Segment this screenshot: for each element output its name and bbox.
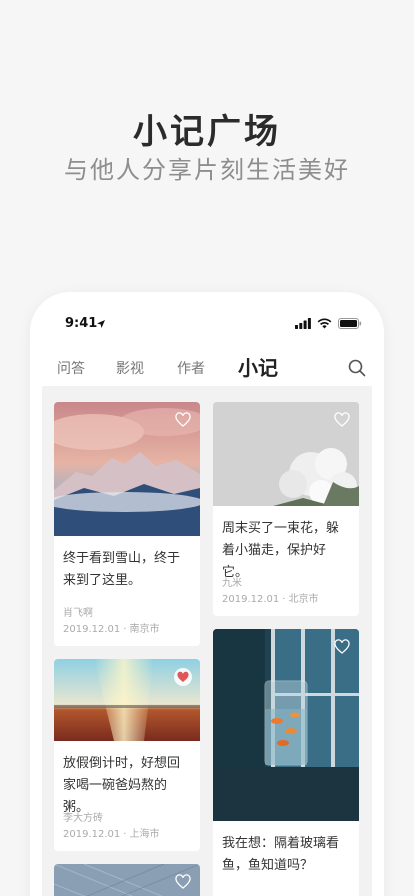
promo-title: 小记广场: [133, 112, 281, 152]
note-card[interactable]: 放假倒计时，好想回家喝一碗爸妈熬的粥。 李大方砖 2019.12.01 · 上海市: [54, 659, 200, 851]
battery-icon: [338, 318, 362, 329]
top-nav: 问答 影视 作者 小记: [30, 354, 384, 384]
heart-icon[interactable]: [334, 639, 350, 655]
phone-screen: 9:41 问答 影视 作者 小记 终于看到雪山，终于来到了这里。 肖飞啊 201…: [30, 292, 384, 896]
card-author: 九米: [222, 578, 242, 589]
card-date: 2019.12.01: [63, 624, 121, 635]
card-author: 肖飞啊: [63, 608, 93, 619]
card-date: 2019.12.01: [222, 594, 280, 605]
card-city: 南京市: [129, 624, 160, 635]
location-arrow-icon: [97, 320, 105, 328]
note-card[interactable]: 我在想：隔着玻璃看鱼，鱼知道吗？: [213, 629, 359, 896]
card-city: 北京市: [288, 594, 319, 605]
wifi-icon: [317, 318, 332, 329]
status-bar: 9:41: [30, 316, 384, 336]
card-author: 李大方砖: [63, 813, 103, 824]
heart-icon[interactable]: [175, 412, 191, 428]
note-card[interactable]: 周末买了一束花，躲着小猫走，保护好它。 九米 2019.12.01 · 北京市: [213, 402, 359, 616]
feed-grid: 终于看到雪山，终于来到了这里。 肖飞啊 2019.12.01 · 南京市 周末买…: [42, 386, 372, 896]
note-card[interactable]: 终于看到雪山，终于来到了这里。 肖飞啊 2019.12.01 · 南京市: [54, 402, 200, 646]
heart-icon[interactable]: [175, 874, 191, 890]
card-meta: 2019.12.01 · 北京市: [222, 594, 319, 605]
tab-movies[interactable]: 影视: [116, 358, 144, 378]
card-date: 2019.12.01: [63, 829, 121, 840]
note-card[interactable]: [54, 864, 200, 896]
card-meta: 2019.12.01 · 上海市: [63, 829, 160, 840]
card-image-goldfish: [213, 629, 359, 821]
heart-liked-icon[interactable]: [174, 668, 192, 686]
card-city: 上海市: [129, 829, 160, 840]
tab-qa[interactable]: 问答: [57, 358, 85, 378]
tab-notes[interactable]: 小记: [238, 352, 278, 381]
heart-icon[interactable]: [334, 412, 350, 428]
search-icon[interactable]: [348, 359, 366, 377]
status-time: 9:41: [65, 316, 98, 331]
promo-subtitle: 与他人分享片刻生活美好: [64, 156, 350, 184]
cellular-signal-icon: [295, 318, 311, 329]
tab-authors[interactable]: 作者: [177, 358, 205, 378]
card-text: 终于看到雪山，终于来到了这里。: [63, 551, 181, 588]
card-text: 我在想：隔着玻璃看鱼，鱼知道吗？: [222, 836, 340, 873]
card-meta: 2019.12.01 · 南京市: [63, 624, 160, 635]
